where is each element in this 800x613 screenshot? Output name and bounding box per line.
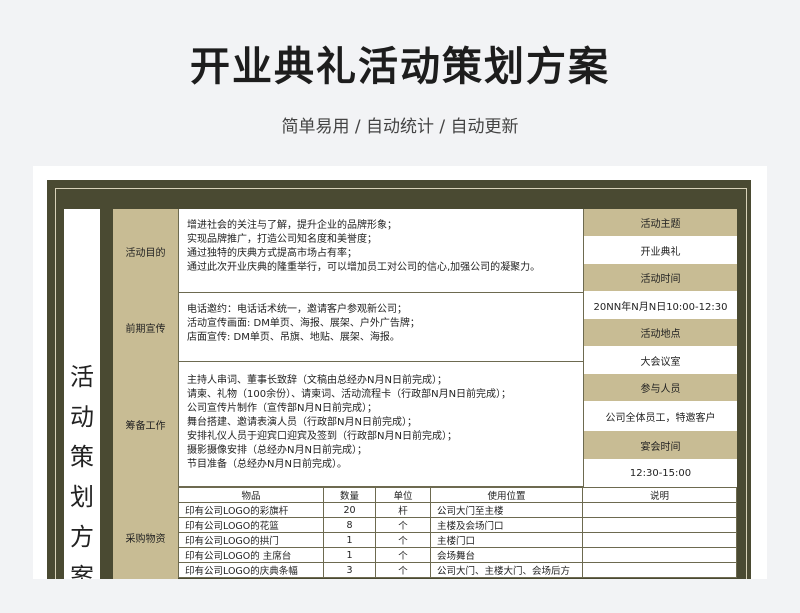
content-line: 通过独特的庆典方式提高市场占有率； — [187, 248, 357, 259]
cell-note — [582, 502, 737, 518]
plan-sheet: 活动策划方案 活动目的 增进社会的关注与了解，提升企业的品牌形象； 实现品牌推广… — [33, 166, 767, 579]
page-title: 开业典礼活动策划方案 — [190, 44, 610, 90]
cell-qty: 1 — [323, 532, 376, 548]
section-content-promotion: 电话邀约：电话话术统一，邀请客户参观新公司； 活动宣传画面: DM单页、海报、展… — [178, 293, 583, 362]
side-value-banquet: 12:30-15:00 — [583, 459, 737, 488]
side-value-participants: 公司全体员工，特邀客户 — [583, 401, 737, 432]
section-label-purchase: 采购物资 — [113, 487, 178, 579]
cell-qty: 1 — [323, 547, 376, 563]
cell-unit: 个 — [375, 517, 431, 533]
content-line: 增进社会的关注与了解，提升企业的品牌形象； — [187, 220, 397, 231]
cell-note — [582, 562, 737, 578]
side-value-location: 大会议室 — [583, 346, 737, 375]
content-line: 活动宣传画面: DM单页、海报、展架、户外广告牌； — [187, 318, 420, 329]
section-label-preparation: 筹备工作 — [113, 362, 178, 488]
table-row: 印有公司LOGO的 主席台 1 个 会场舞台 — [178, 547, 737, 563]
purchase-table: 物品 数量 单位 使用位置 说明 印有公司LOGO的彩旗杆 20 杆 公司大门至… — [178, 487, 737, 578]
column-header: 物品 — [178, 487, 324, 503]
cell-note — [582, 517, 737, 533]
content-line: 店面宣传: DM单页、吊旗、地贴、展架、海报。 — [187, 332, 400, 343]
cell-unit: 杆 — [375, 502, 431, 518]
column-header: 数量 — [323, 487, 376, 503]
content-line: 摄影摄像安排（总经办N月N日前完成）； — [187, 445, 367, 456]
side-value-theme: 开业典礼 — [583, 236, 737, 265]
vertical-title: 活动策划方案 — [70, 363, 94, 579]
table-row: 印有公司LOGO的庆典条幅 3 个 公司大门、主楼大门、会场后方 — [178, 562, 737, 578]
content-line: 舞台搭建、邀请表演人员（行政部N月N日前完成）； — [187, 417, 417, 428]
table-row: 印有公司LOGO的拱门 1 个 主楼门口 — [178, 532, 737, 548]
section-label-purpose: 活动目的 — [113, 209, 178, 294]
table-row: 印有公司LOGO的花篮 8 个 主楼及会场门口 — [178, 517, 737, 533]
cell-item: 印有公司LOGO的拱门 — [178, 532, 324, 548]
content-line: 实现品牌推广，打造公司知名度和美誉度； — [187, 234, 377, 245]
column-header: 说明 — [582, 487, 737, 503]
cell-item: 印有公司LOGO的 主席台 — [178, 547, 324, 563]
side-label-time: 活动时间 — [583, 264, 737, 292]
content-line: 安排礼仪人员于迎宾口迎宾及签到（行政部N月N日前完成）； — [187, 431, 457, 442]
section-content-purpose: 增进社会的关注与了解，提升企业的品牌形象； 实现品牌推广，打造公司知名度和美誉度… — [178, 209, 583, 293]
vertical-title-column: 活动策划方案 — [64, 209, 100, 579]
cell-location: 主楼门口 — [430, 532, 583, 548]
column-header: 使用位置 — [430, 487, 583, 503]
side-label-participants: 参与人员 — [583, 374, 737, 402]
side-label-location: 活动地点 — [583, 319, 737, 347]
side-label-banquet: 宴会时间 — [583, 431, 737, 460]
cell-note — [582, 547, 737, 563]
cell-qty: 20 — [323, 502, 376, 518]
table-row: 印有公司LOGO的彩旗杆 20 杆 公司大门至主楼 — [178, 502, 737, 518]
section-content-preparation: 主持人串词、董事长致辞（文稿由总经办N月N日前完成）； 请柬、礼物（100余份）… — [178, 362, 583, 487]
cell-item: 印有公司LOGO的彩旗杆 — [178, 502, 324, 518]
cell-item: 印有公司LOGO的庆典条幅 — [178, 562, 324, 578]
cell-note — [582, 532, 737, 548]
cell-item: 印有公司LOGO的花篮 — [178, 517, 324, 533]
cell-location: 公司大门至主楼 — [430, 502, 583, 518]
cell-location: 会场舞台 — [430, 547, 583, 563]
content-line: 公司宣传片制作（宣传部N月N日前完成）； — [187, 403, 377, 414]
content-line: 请柬、礼物（100余份）、请柬词、活动流程卡（行政部N月N日前完成）； — [187, 389, 512, 400]
section-label-promotion: 前期宣传 — [113, 293, 178, 363]
table-header-row: 物品 数量 单位 使用位置 说明 — [178, 487, 737, 503]
content-line: 通过此次开业庆典的隆重举行，可以增加员工对公司的信心,加强公司的凝聚力。 — [187, 262, 541, 273]
cell-location: 公司大门、主楼大门、会场后方 — [430, 562, 583, 578]
cell-location: 主楼及会场门口 — [430, 517, 583, 533]
column-header: 单位 — [375, 487, 431, 503]
page-subtitle: 简单易用 / 自动统计 / 自动更新 — [281, 117, 519, 137]
side-label-theme: 活动主题 — [583, 209, 737, 237]
cell-unit: 个 — [375, 562, 431, 578]
cell-unit: 个 — [375, 532, 431, 548]
content-line: 电话邀约：电话话术统一，邀请客户参观新公司； — [187, 304, 407, 315]
cell-qty: 8 — [323, 517, 376, 533]
content-line: 节目准备（总经办N月N日前完成）。 — [187, 459, 347, 470]
cell-unit: 个 — [375, 547, 431, 563]
side-value-time: 20NN年N月N日10:00-12:30 — [583, 291, 737, 320]
cell-qty: 3 — [323, 562, 376, 578]
content-line: 主持人串词、董事长致辞（文稿由总经办N月N日前完成）； — [187, 375, 447, 386]
